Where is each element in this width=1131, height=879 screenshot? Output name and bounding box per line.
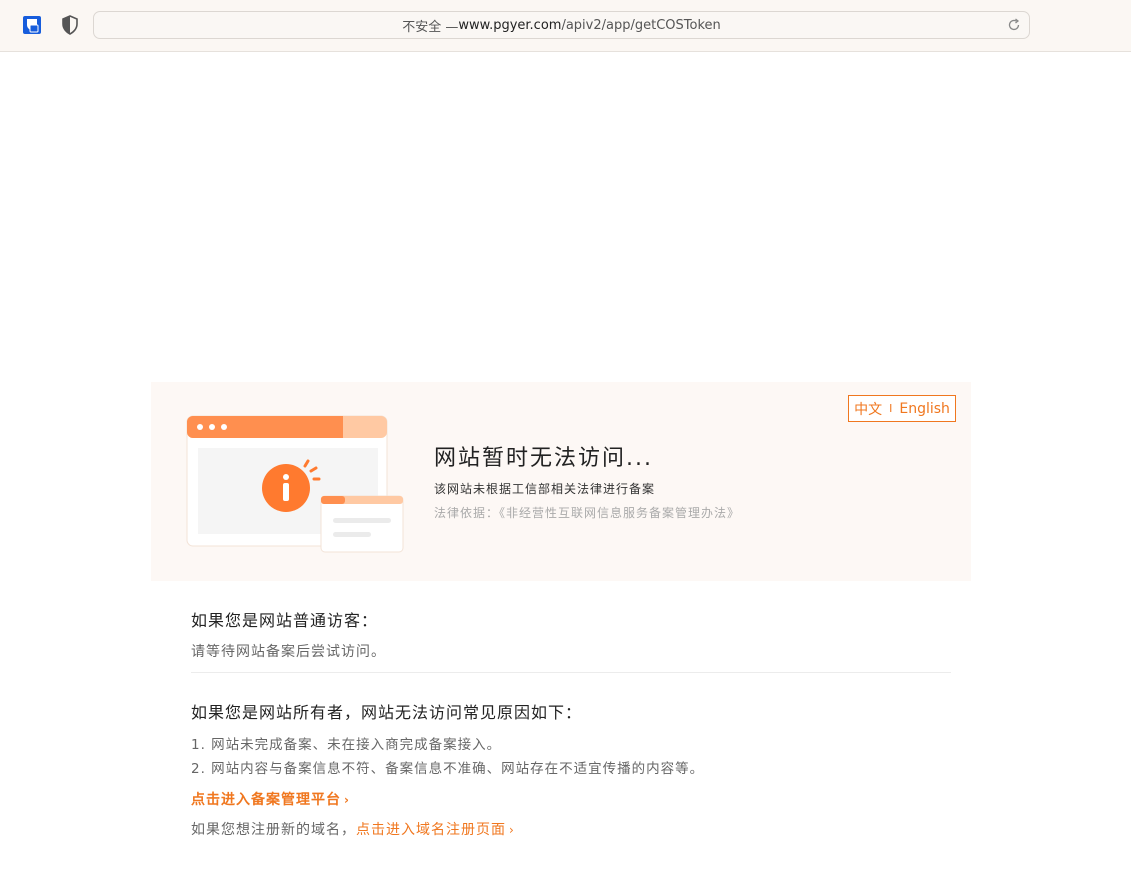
domain-register-label: 点击进入域名注册页面 xyxy=(356,822,506,838)
reason-item-2: 2. 网站内容与备案信息不符、备案信息不准确、网站存在不适宜传播的内容等。 xyxy=(191,761,705,777)
warning-banner: 中文 I English 网站暂时无法访问... 该网站未根据工信部相关法律进行… xyxy=(151,382,971,581)
reason-subline: 该网站未根据工信部相关法律进行备案 xyxy=(434,482,656,496)
reason-item-1: 1. 网站未完成备案、未在接入商完成备案接入。 xyxy=(191,737,502,753)
shield-icon[interactable] xyxy=(59,14,81,36)
lang-zh-link[interactable]: 中文 xyxy=(854,399,882,419)
legal-basis: 法律依据：《非经营性互联网信息服务备案管理办法》 xyxy=(434,506,741,520)
insecure-label: 不安全 — xyxy=(402,19,459,35)
bitwarden-icon[interactable] xyxy=(21,14,43,36)
chevron-right-icon: › xyxy=(509,823,515,837)
reload-icon[interactable] xyxy=(1007,18,1021,32)
address-bar[interactable]: 不安全 — www.pgyer.com/apiv2/app/getCOSToke… xyxy=(93,11,1030,39)
owner-title: 如果您是网站所有者，网站无法访问常见原因如下： xyxy=(191,703,583,722)
lang-en-link[interactable]: English xyxy=(899,401,950,417)
info-illustration xyxy=(181,410,411,560)
domain-prompt: 如果您想注册新的域名， xyxy=(191,822,356,838)
page-headline: 网站暂时无法访问... xyxy=(434,446,653,471)
domain-register-line: 如果您想注册新的域名，点击进入域名注册页面 › xyxy=(191,819,515,839)
url-path: /apiv2/app/getCOSToken xyxy=(561,17,721,33)
chevron-right-icon: › xyxy=(344,793,350,807)
visitor-text: 请等待网站备案后尝试访问。 xyxy=(191,644,386,660)
visitor-title: 如果您是网站普通访客： xyxy=(191,611,379,630)
domain-register-link[interactable]: 点击进入域名注册页面 › xyxy=(356,822,515,838)
url-host: www.pgyer.com xyxy=(458,17,562,33)
browser-toolbar: 不安全 — www.pgyer.com/apiv2/app/getCOSToke… xyxy=(0,0,1131,52)
divider xyxy=(191,672,951,673)
filing-platform-link[interactable]: 点击进入备案管理平台 › xyxy=(191,789,350,809)
lang-separator: I xyxy=(889,402,893,415)
language-switcher: 中文 I English xyxy=(848,395,956,422)
filing-platform-label: 点击进入备案管理平台 xyxy=(191,792,341,808)
